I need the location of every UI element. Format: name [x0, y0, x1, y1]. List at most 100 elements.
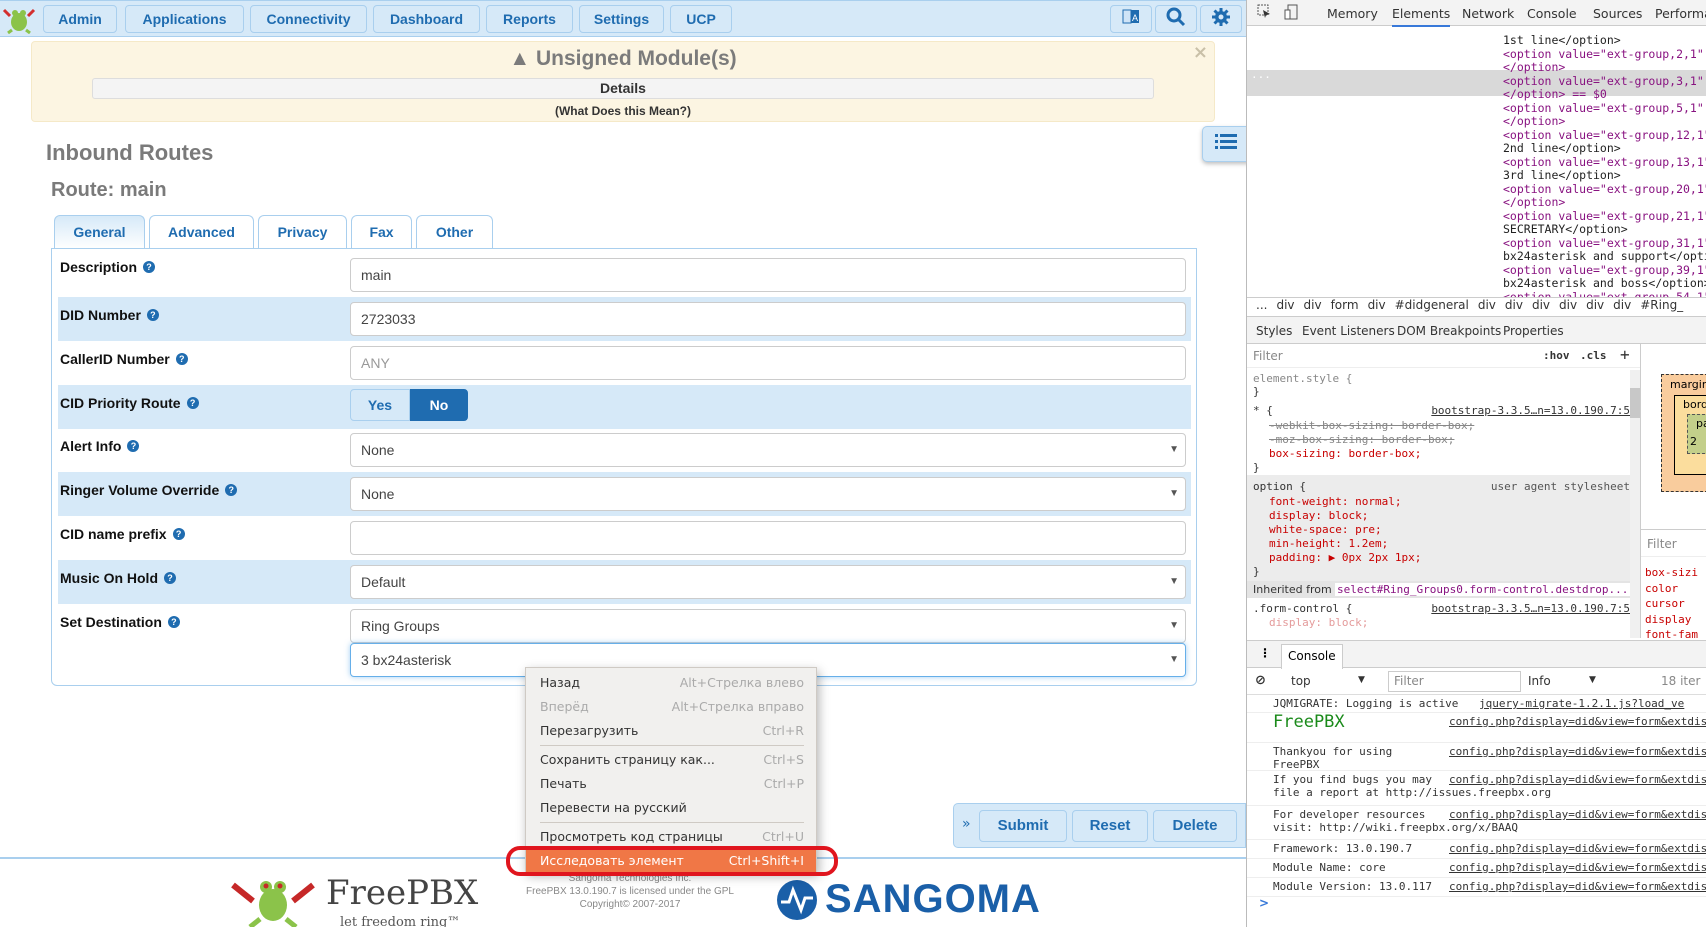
list-toggle-button[interactable]	[1202, 126, 1246, 162]
help-icon[interactable]: ?	[225, 484, 238, 496]
log-level-select[interactable]: Info	[1528, 674, 1551, 688]
nav-ucp[interactable]: UCP	[670, 5, 732, 33]
console-source-link[interactable]: config.php?display=did&view=form&extdis	[1449, 880, 1706, 893]
breadcrumb-item[interactable]: div	[1505, 298, 1523, 312]
ctx-save-page[interactable]: Сохранить страницу как... Ctrl+S	[526, 748, 816, 772]
inspect-element-icon[interactable]	[1257, 4, 1271, 21]
nav-dashboard[interactable]: Dashboard	[373, 5, 480, 33]
breadcrumb-item[interactable]: #Ring_	[1640, 298, 1683, 312]
breadcrumb-item[interactable]: #didgeneral	[1395, 298, 1469, 312]
console-source-link[interactable]: config.php?display=did&view=form&extdis	[1449, 745, 1706, 758]
dom-node-line[interactable]: <option value="ext-group,13,1"	[1503, 155, 1706, 169]
help-icon[interactable]: ?	[164, 572, 176, 584]
breadcrumb-item[interactable]: div	[1586, 298, 1604, 312]
dom-node-line[interactable]: <option value="ext-group,21,1"	[1503, 209, 1706, 223]
dom-node-line[interactable]: 2nd line</option>	[1503, 141, 1621, 155]
tab-general[interactable]: General	[54, 215, 145, 249]
cid-priority-no[interactable]: No	[410, 389, 468, 421]
tab-privacy[interactable]: Privacy	[258, 215, 347, 249]
breadcrumb-item[interactable]: form	[1331, 298, 1359, 312]
nav-admin[interactable]: Admin	[43, 5, 117, 33]
drawer-menu-icon[interactable]: ⋮	[1259, 646, 1271, 660]
dom-node-line[interactable]: <option value="ext-group,3,1" s	[1503, 74, 1706, 88]
dom-node-line[interactable]: SECRETARY</option>	[1503, 222, 1628, 236]
console-source-link[interactable]: config.php?display=did&view=form&extdis	[1449, 773, 1706, 786]
breadcrumb-item[interactable]: div	[1304, 298, 1322, 312]
tab-properties[interactable]: Properties	[1503, 324, 1564, 338]
tab-event-listeners[interactable]: Event Listeners	[1302, 324, 1395, 338]
computed-filter-input[interactable]: Filter	[1641, 529, 1706, 557]
more-icon[interactable]: ···	[1251, 71, 1271, 84]
cls-toggle[interactable]: .cls	[1580, 349, 1607, 362]
dom-node-line[interactable]: </option>	[1503, 114, 1565, 128]
reset-button[interactable]: Reset	[1072, 810, 1148, 842]
devtools-tab-performance[interactable]: Performa	[1655, 6, 1706, 21]
context-select[interactable]: top	[1291, 674, 1311, 688]
breadcrumb-item[interactable]: ...	[1256, 298, 1267, 312]
ctx-reload[interactable]: Перезагрузить Ctrl+R	[526, 719, 816, 743]
inherited-selector-link[interactable]: select#Ring_Groups0.form-control.destdro…	[1335, 583, 1631, 596]
console-filter-input[interactable]: Filter	[1388, 671, 1521, 692]
styles-filter-input[interactable]: Filter	[1253, 349, 1283, 363]
help-icon[interactable]: ?	[146, 309, 159, 321]
freepbx-frog-logo[interactable]	[2, 4, 36, 35]
devtools-tab-memory[interactable]: Memory	[1327, 6, 1378, 21]
help-icon[interactable]: ?	[172, 528, 185, 540]
dom-node-line[interactable]: <option value="ext-group,2,1" s	[1503, 47, 1706, 61]
dom-node-line[interactable]: <option value="ext-group,20,1"	[1503, 182, 1706, 196]
dom-node-line[interactable]: </option> == $0	[1503, 87, 1607, 101]
tab-other[interactable]: Other	[416, 215, 493, 249]
ringer-volume-select[interactable]: None ▼	[350, 477, 1186, 511]
nav-settings[interactable]: Settings	[579, 5, 664, 33]
dom-node-line[interactable]: 3rd line</option>	[1503, 168, 1621, 182]
details-button[interactable]: Details	[92, 78, 1154, 99]
styles-scrollbar[interactable]	[1630, 370, 1640, 638]
close-icon[interactable]: ×	[1193, 42, 1208, 63]
computed-property[interactable]: box-sizi	[1645, 566, 1698, 579]
computed-property[interactable]: cursor	[1645, 597, 1685, 610]
description-input[interactable]: main	[350, 258, 1186, 292]
help-icon[interactable]: ?	[175, 353, 188, 365]
music-on-hold-select[interactable]: Default ▼	[350, 565, 1186, 599]
console-source-link[interactable]: config.php?display=did&view=form&extdis	[1449, 861, 1706, 874]
nav-applications[interactable]: Applications	[125, 5, 244, 33]
dom-node-line[interactable]: <option value="ext-group,54,1"	[1503, 290, 1706, 298]
console-source-link[interactable]: jquery-migrate-1.2.1.js?load_ve	[1479, 697, 1684, 710]
dom-node-line[interactable]: bx24asterisk and boss</option>	[1503, 276, 1706, 290]
ctx-translate[interactable]: Перевести на русский	[526, 796, 816, 820]
cid-priority-yes[interactable]: Yes	[350, 389, 410, 421]
console-source-link[interactable]: config.php?display=did&view=form&extdis	[1449, 842, 1706, 855]
tab-styles[interactable]: Styles	[1256, 324, 1292, 338]
devtools-tab-console[interactable]: Console	[1527, 6, 1577, 21]
dom-node-line[interactable]: <option value="ext-group,12,1"	[1503, 128, 1706, 142]
computed-property[interactable]: color	[1645, 582, 1678, 595]
breadcrumb-item[interactable]: div	[1478, 298, 1496, 312]
hov-toggle[interactable]: :hov	[1543, 349, 1570, 362]
breadcrumb-item[interactable]: div	[1559, 298, 1577, 312]
dom-node-line[interactable]: bx24asterisk and support</optio	[1503, 249, 1706, 263]
delete-button[interactable]: Delete	[1153, 810, 1237, 842]
search-button[interactable]	[1155, 5, 1197, 33]
console-source-link[interactable]: config.php?display=did&view=form&extdis	[1449, 808, 1706, 821]
what-does-this-mean-link[interactable]: (What Does this Mean?)	[32, 104, 1214, 118]
dom-node-line[interactable]: 1st line</option>	[1503, 33, 1621, 47]
style-source-link[interactable]: bootstrap-3.3.5…n=13.0.190.7:5	[1431, 404, 1630, 417]
breadcrumb-item[interactable]: div	[1368, 298, 1386, 312]
dom-node-line[interactable]: <option value="ext-group,31,1"	[1503, 236, 1706, 250]
dom-node-line[interactable]: </option>	[1503, 195, 1565, 209]
settings-button[interactable]	[1200, 5, 1242, 33]
clear-console-icon[interactable]: ⊘	[1255, 673, 1266, 688]
sangoma-logo[interactable]: SANGOMA	[775, 877, 1041, 922]
console-source-link[interactable]: config.php?display=did&view=form&extdis	[1449, 715, 1706, 728]
callerid-number-input[interactable]: ANY	[350, 346, 1186, 380]
breadcrumb-item[interactable]: div	[1276, 298, 1294, 312]
cid-name-prefix-input[interactable]	[350, 521, 1186, 555]
tab-fax[interactable]: Fax	[351, 215, 412, 249]
freepbx-footer-logo[interactable]: FreePBX let freedom ring™	[228, 873, 478, 927]
add-rule-icon[interactable]: +	[1620, 345, 1630, 364]
submit-button[interactable]: Submit	[979, 810, 1067, 842]
devtools-tab-elements[interactable]: Elements	[1392, 6, 1451, 27]
console-prompt[interactable]: >	[1259, 896, 1269, 910]
tab-advanced[interactable]: Advanced	[149, 215, 254, 249]
style-source-link[interactable]: bootstrap-3.3.5…n=13.0.190.7:5	[1431, 602, 1630, 615]
